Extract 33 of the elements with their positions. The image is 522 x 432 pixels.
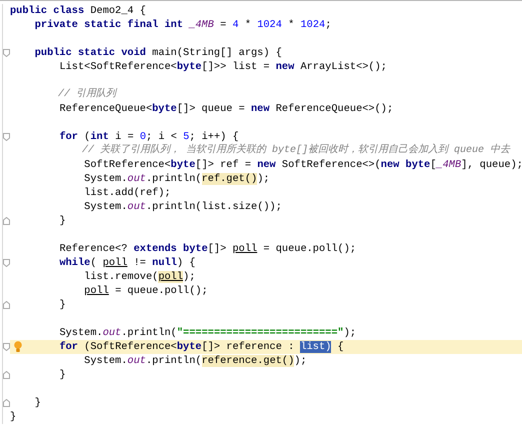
fold-icon[interactable]	[3, 399, 10, 407]
code-line: }	[58, 368, 66, 382]
code-line: System.out.println(reference.get());	[83, 354, 307, 368]
code-line: System.out.println("=========================");	[58, 326, 356, 340]
fold-icon[interactable]	[3, 259, 10, 267]
code-line: ReferenceQueue<byte[]> queue = new ReferenceQueue<>();	[58, 102, 394, 116]
fold-icon[interactable]	[3, 371, 10, 379]
code-line: // 引用队列	[57, 88, 116, 102]
code-line: public static void main(String[] args) {	[34, 46, 282, 60]
fold-icon[interactable]	[3, 133, 10, 141]
fold-icon[interactable]	[3, 217, 10, 225]
code-line: System.out.println(list.size());	[83, 200, 282, 214]
code-line: while( poll != null) {	[58, 256, 196, 270]
code-line: list.remove(poll);	[83, 270, 196, 284]
code-line: }	[58, 214, 66, 228]
fold-icon[interactable]	[3, 301, 10, 309]
code-line: public class Demo2_4 {	[10, 4, 146, 18]
code-line: for (SoftReference<byte[]> reference : list) {	[58, 340, 344, 354]
code-line: list.add(ref);	[83, 186, 171, 200]
code-line: }	[34, 396, 41, 410]
code-line: System.out.println(ref.get());	[83, 172, 270, 186]
code-line: // 关联了引用队列， 当软引用所关联的 byte[]被回收时，软引用自己会加入到 queue 中去	[81, 144, 510, 158]
code-line: poll = queue.poll();	[83, 284, 208, 298]
code-line: }	[10, 410, 16, 424]
code-line: List<SoftReference<byte[]>> list = new ArrayList<>();	[58, 60, 387, 74]
fold-icon[interactable]	[3, 343, 10, 351]
fold-icon[interactable]	[3, 49, 10, 57]
code-line: private static final int _4MB = 4 * 1024 * 1024;	[34, 18, 332, 32]
code-line: Reference<? extends byte[]> poll = queue.poll();	[58, 242, 356, 256]
code-line: SoftReference<byte[]> ref = new SoftReference<>(new byte[_4MB], queue);	[83, 158, 522, 172]
code-line: for (int i = 0; i < 5; i++) {	[58, 130, 239, 144]
code-line: }	[58, 298, 66, 312]
lightbulb-icon[interactable]	[14, 341, 22, 353]
